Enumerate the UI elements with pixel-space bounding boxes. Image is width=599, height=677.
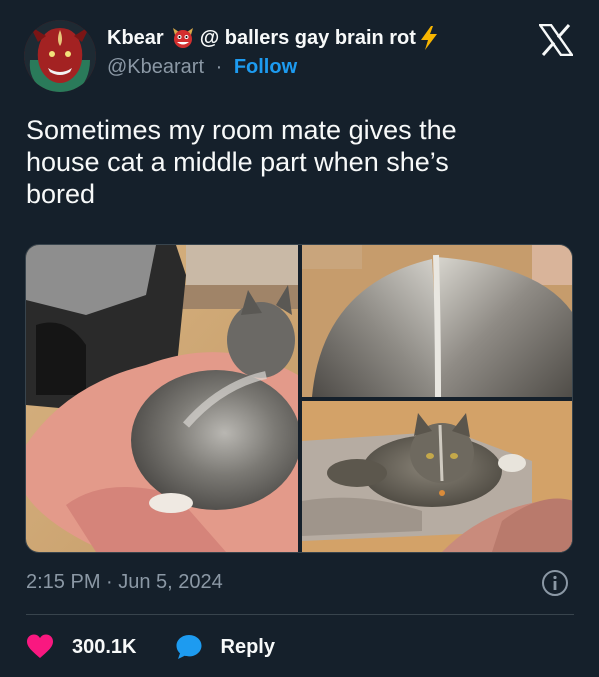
speech-bubble-icon <box>175 633 203 661</box>
avatar[interactable] <box>24 20 96 92</box>
likes-count: 300.1K <box>72 636 137 658</box>
reply-button[interactable]: Reply <box>175 633 275 661</box>
devil-avatar-icon <box>24 20 96 92</box>
author-handle[interactable]: @Kbearart <box>107 56 204 78</box>
like-button[interactable]: 300.1K <box>26 633 137 661</box>
action-bar: 300.1K Reply <box>26 630 313 664</box>
ogre-mask-icon <box>172 27 194 49</box>
photo-fur-middle-part[interactable] <box>302 245 572 398</box>
tweet-text-line: house cat a middle part when she’s <box>26 147 449 177</box>
display-name[interactable]: Kbear @ ballers gay brain rot <box>107 24 527 52</box>
info-icon[interactable] <box>541 569 569 597</box>
follow-button[interactable]: Follow <box>234 56 297 78</box>
tweet-header: Kbear @ ballers gay brain rot @Kbearart … <box>24 20 579 92</box>
tweet-timestamp[interactable]: 2:15 PM · Jun 5, 2024 <box>26 568 223 596</box>
display-name-suffix: @ ballers gay brain rot <box>199 27 416 49</box>
tweet-text-line: Sometimes my room mate gives the <box>26 115 457 145</box>
handle-row: @Kbearart · Follow <box>107 52 527 82</box>
tweet-text-line: bored <box>26 179 96 209</box>
display-name-text: Kbear <box>107 27 164 49</box>
media-grid <box>25 244 573 553</box>
tweet-text: Sometimes my room mate gives the house c… <box>26 114 566 210</box>
photo-cat-lying[interactable] <box>302 401 572 552</box>
lightning-bolt-icon <box>420 26 438 50</box>
photo-cat-back[interactable] <box>26 245 301 552</box>
handle-separator: · <box>215 56 223 78</box>
x-logo-icon[interactable] <box>537 23 575 57</box>
heart-icon <box>26 633 54 661</box>
divider <box>26 614 574 615</box>
author-names: Kbear @ ballers gay brain rot @Kbearart … <box>107 24 527 82</box>
reply-label: Reply <box>220 636 275 658</box>
